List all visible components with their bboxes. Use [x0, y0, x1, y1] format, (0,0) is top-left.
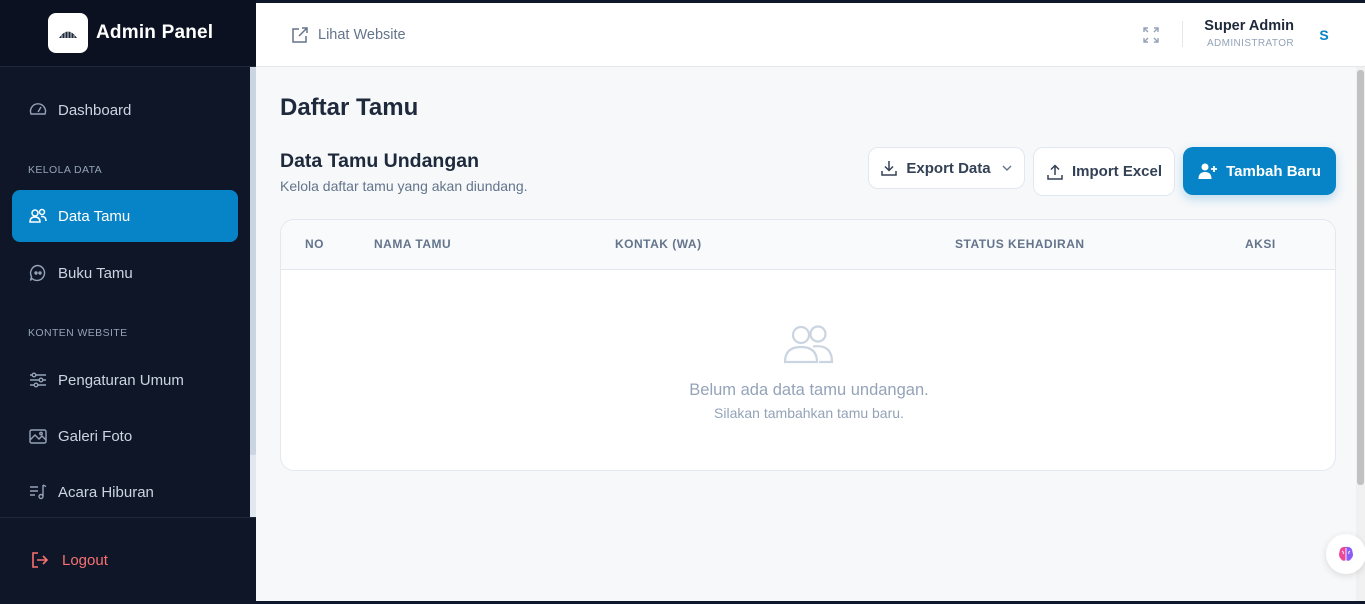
table-header: NO NAMA TAMU KONTAK (WA) STATUS KEHADIRA…: [281, 220, 1335, 270]
user-plus-icon: [1198, 162, 1218, 180]
external-link-icon: [290, 25, 310, 45]
empty-state-title: Belum ada data tamu undangan.: [689, 381, 929, 399]
empty-state-subtitle: Silakan tambahkan tamu baru.: [714, 405, 904, 421]
column-header-aksi: AKSI: [1245, 237, 1276, 251]
sliders-icon: [28, 370, 48, 390]
section-label-konten: KONTEN WEBSITE: [28, 327, 128, 339]
download-icon: [880, 159, 898, 177]
music-list-icon: [28, 482, 48, 502]
sidebar: Admin Panel Dashboard KELOLA DATA Data T…: [0, 0, 256, 604]
user-role: ADMINISTRATOR: [1206, 38, 1294, 49]
users-icon: [28, 206, 48, 226]
sidebar-item-label: Buku Tamu: [58, 264, 133, 282]
sidebar-scrollbar[interactable]: [250, 67, 256, 455]
upload-icon: [1046, 163, 1064, 181]
avatar[interactable]: S: [1312, 23, 1336, 47]
logout-button[interactable]: Logout: [30, 550, 108, 570]
logout-section: Logout: [0, 517, 256, 604]
sidebar-item-label: Acara Hiburan: [58, 483, 154, 501]
export-data-button[interactable]: Export Data: [868, 147, 1025, 189]
section-label-kelola: KELOLA DATA: [28, 164, 103, 176]
empty-users-icon: [783, 324, 835, 369]
column-header-nama: NAMA TAMU: [374, 237, 452, 251]
chevron-down-icon: [1001, 162, 1013, 174]
chat-quote-icon: [28, 263, 48, 283]
visit-website-label: Lihat Website: [318, 27, 406, 43]
sidebar-item-acara-hiburan[interactable]: Acara Hiburan: [12, 466, 238, 518]
column-header-no: NO: [305, 237, 324, 251]
logout-icon: [30, 550, 50, 570]
sidebar-item-buku-tamu[interactable]: Buku Tamu: [12, 247, 238, 299]
visit-website-link[interactable]: Lihat Website: [290, 25, 406, 45]
page-title: Daftar Tamu: [280, 94, 419, 121]
images-icon: [28, 426, 48, 446]
guest-table: NO NAMA TAMU KONTAK (WA) STATUS KEHADIRA…: [280, 219, 1336, 471]
sidebar-item-label: Galeri Foto: [58, 427, 133, 445]
export-data-label: Export Data: [906, 159, 991, 177]
app-title: Admin Panel: [96, 22, 214, 43]
sidebar-item-label: Pengaturan Umum: [58, 371, 184, 389]
header-divider: [1182, 21, 1183, 47]
sidebar-item-pengaturan-umum[interactable]: Pengaturan Umum: [12, 354, 238, 406]
column-header-status: STATUS KEHADIRAN: [955, 237, 1085, 251]
brand[interactable]: Admin Panel: [0, 0, 256, 67]
column-header-kontak: KONTAK (WA): [615, 237, 702, 251]
sidebar-item-label: Dashboard: [58, 101, 132, 119]
user-name[interactable]: Super Admin: [1204, 18, 1294, 34]
sidebar-item-data-tamu[interactable]: Data Tamu: [12, 190, 238, 242]
assistant-brain-icon[interactable]: [1326, 534, 1365, 574]
brand-logo: [48, 13, 88, 53]
add-guest-button[interactable]: Tambah Baru: [1183, 147, 1336, 195]
logout-label: Logout: [62, 551, 108, 569]
sidebar-item-label: Data Tamu: [58, 207, 131, 225]
import-excel-button[interactable]: Import Excel: [1033, 147, 1175, 196]
sidebar-item-galeri-foto[interactable]: Galeri Foto: [12, 410, 238, 462]
sidebar-item-dashboard[interactable]: Dashboard: [12, 84, 238, 136]
top-header: Lihat Website Super Admin ADMINISTRATOR …: [256, 3, 1365, 67]
import-excel-label: Import Excel: [1071, 163, 1163, 180]
section-title: Data Tamu Undangan: [280, 150, 479, 172]
add-guest-label: Tambah Baru: [1226, 162, 1321, 180]
section-subtitle: Kelola daftar tamu yang akan diundang.: [280, 178, 528, 194]
gauge-icon: [28, 100, 48, 120]
fullscreen-icon[interactable]: [1141, 25, 1161, 45]
main-scrollbar[interactable]: [1357, 70, 1364, 485]
